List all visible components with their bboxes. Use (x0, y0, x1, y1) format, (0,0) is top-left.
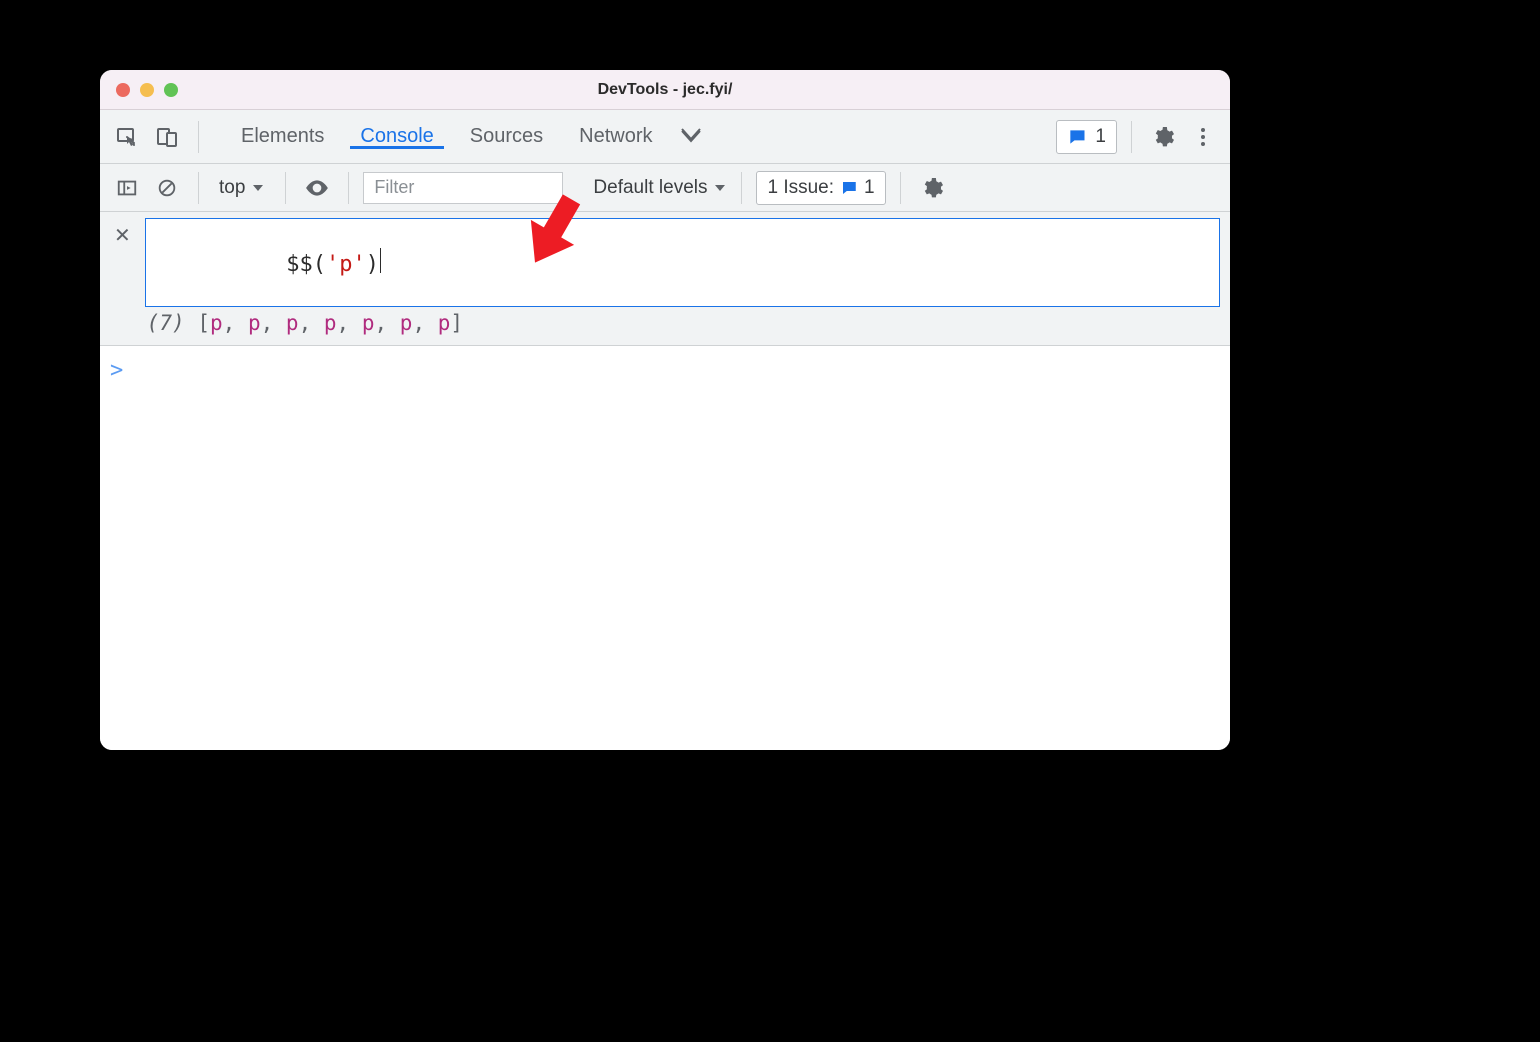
prompt-caret-icon: > (110, 358, 123, 383)
titlebar: DevTools - jec.fyi/ (100, 70, 1230, 110)
kebab-menu-icon[interactable] (1186, 120, 1220, 154)
execution-context-select[interactable]: top (213, 172, 271, 204)
separator (741, 172, 742, 204)
traffic-lights (100, 83, 178, 97)
issues-count: 1 (864, 177, 875, 199)
result-count: (7) (147, 311, 185, 335)
chevron-down-icon (713, 181, 727, 195)
live-expression-eye-icon[interactable] (300, 171, 334, 205)
device-toolbar-icon[interactable] (150, 120, 184, 154)
tab-console[interactable]: Console (342, 125, 451, 148)
messages-count: 1 (1095, 126, 1106, 148)
devtools-window: DevTools - jec.fyi/ Elements Console (100, 70, 1230, 750)
minimize-window-button[interactable] (140, 83, 154, 97)
log-levels-label: Default levels (593, 177, 707, 199)
separator (198, 121, 199, 153)
live-expression-result: (7) [p, p, p, p, p, p, p] (145, 311, 1220, 335)
live-expression-row: ✕ $$('p') (7) [p, p, p, p, p, p, p] (100, 212, 1230, 346)
tab-network[interactable]: Network (561, 125, 670, 148)
chevron-down-icon (251, 181, 265, 195)
result-element[interactable]: p (400, 311, 413, 335)
tab-console-label: Console (360, 125, 433, 148)
log-levels-select[interactable]: Default levels (593, 177, 727, 199)
window-title: DevTools - jec.fyi/ (100, 81, 1230, 99)
inspect-element-icon[interactable] (110, 120, 144, 154)
result-element[interactable]: p (248, 311, 261, 335)
result-element[interactable]: p (286, 311, 299, 335)
console-prompt-area[interactable]: > (100, 346, 1230, 750)
more-tabs-chevron-icon[interactable] (671, 125, 711, 148)
tab-sources[interactable]: Sources (452, 125, 561, 148)
tab-elements-label: Elements (241, 125, 324, 148)
result-element[interactable]: p (324, 311, 337, 335)
message-icon (1067, 127, 1087, 147)
messages-badge[interactable]: 1 (1056, 120, 1117, 154)
separator (348, 172, 349, 204)
separator (900, 172, 901, 204)
close-icon[interactable]: ✕ (110, 218, 135, 252)
tab-sources-label: Sources (470, 125, 543, 148)
zoom-window-button[interactable] (164, 83, 178, 97)
issues-badge[interactable]: 1 Issue: 1 (756, 171, 885, 205)
sidebar-toggle-icon[interactable] (110, 171, 144, 205)
result-element[interactable]: p (362, 311, 375, 335)
issues-prefix: 1 Issue: (767, 177, 834, 199)
result-element[interactable]: p (438, 311, 451, 335)
result-element[interactable]: p (210, 311, 223, 335)
filter-input[interactable] (363, 172, 563, 204)
tab-elements[interactable]: Elements (223, 125, 342, 148)
console-settings-gear-icon[interactable] (915, 171, 949, 205)
separator (1131, 121, 1132, 153)
main-tabstrip: Elements Console Sources Network 1 (100, 110, 1230, 164)
clear-console-icon[interactable] (150, 171, 184, 205)
tab-network-label: Network (579, 125, 652, 148)
separator (198, 172, 199, 204)
console-filterbar: top Default levels 1 Issue: 1 (100, 164, 1230, 212)
settings-gear-icon[interactable] (1146, 120, 1180, 154)
live-expression-input[interactable]: $$('p') (145, 218, 1220, 307)
live-expression-code: $$('p') (154, 252, 381, 302)
message-icon (840, 179, 858, 197)
execution-context-label: top (219, 177, 245, 199)
close-window-button[interactable] (116, 83, 130, 97)
separator (285, 172, 286, 204)
